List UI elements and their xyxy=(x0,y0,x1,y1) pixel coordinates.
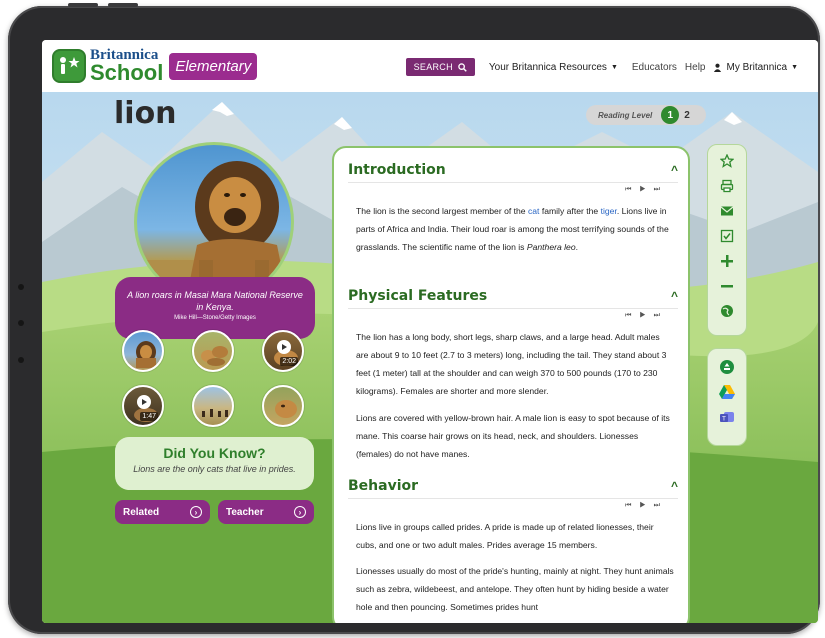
media-thumbnail[interactable] xyxy=(262,385,304,427)
reading-level-2-button[interactable]: 2 xyxy=(684,110,690,121)
section-header-introduction[interactable]: Introduction ^ xyxy=(348,162,678,178)
tiger-link[interactable]: tiger xyxy=(601,206,617,216)
nav-resources-label: Your Britannica Resources xyxy=(488,61,607,73)
audio-controls[interactable]: ⏮▶⏭ xyxy=(625,312,668,320)
collapse-chevron-icon[interactable]: ^ xyxy=(671,163,678,177)
did-you-know-title: Did You Know? xyxy=(163,445,266,461)
caret-down-icon: ▼ xyxy=(610,63,618,71)
media-thumbnail[interactable] xyxy=(122,330,164,372)
nav-help-link[interactable]: Help xyxy=(685,62,706,73)
nav-resources-dropdown[interactable]: Your Britannica Resources ▼ xyxy=(489,62,618,73)
section-header-physical-features[interactable]: Physical Features ^ xyxy=(348,288,678,304)
article-tools-bar xyxy=(707,144,747,336)
cat-link[interactable]: cat xyxy=(528,206,539,216)
related-button[interactable]: Related › xyxy=(115,500,210,524)
reading-level-1-button[interactable]: 1 xyxy=(661,106,680,124)
nav-educators-link[interactable]: Educators xyxy=(632,62,677,73)
related-button-label: Related xyxy=(123,506,160,518)
paragraph: The lion is the second largest member of… xyxy=(356,206,669,252)
collapse-chevron-icon[interactable]: ^ xyxy=(671,289,678,303)
tablet-sensor-dot-2 xyxy=(18,357,24,363)
plus-icon[interactable] xyxy=(719,253,735,269)
reading-level-label: Reading Level xyxy=(598,110,653,120)
paragraph: Lionesses usually do most of the pride's… xyxy=(356,566,674,612)
content-area: lion Reading Level 1 2 A lion roars in M… xyxy=(42,92,818,623)
tablet-sensor-dot xyxy=(18,284,24,290)
caret-down-icon: ▼ xyxy=(791,63,798,71)
play-icon xyxy=(137,395,151,409)
section-header-behavior[interactable]: Behavior ^ xyxy=(348,478,678,494)
minus-icon[interactable] xyxy=(719,278,735,294)
svg-text:T: T xyxy=(721,416,726,423)
teacher-button[interactable]: Teacher › xyxy=(218,500,314,524)
print-icon[interactable] xyxy=(719,178,735,194)
site-header: Britannica School Elementary SEARCH Your… xyxy=(42,40,818,92)
search-button[interactable]: SEARCH xyxy=(405,58,475,76)
video-thumbnail[interactable]: 2:02 xyxy=(262,330,304,372)
media-thumbnail[interactable] xyxy=(192,385,234,427)
did-you-know-text: Lions are the only cats that live in pri… xyxy=(133,464,296,474)
nav-account-label: My Britannica xyxy=(726,61,788,73)
google-drive-icon[interactable] xyxy=(719,384,735,400)
teacher-button-label: Teacher xyxy=(226,506,264,518)
media-thumbnail[interactable] xyxy=(192,330,234,372)
caption-credit: Mike Hill—Stone/Getty Images xyxy=(174,315,256,321)
nav-account-dropdown[interactable]: My Britannica ▼ xyxy=(713,62,798,73)
app-screen: Britannica School Elementary SEARCH Your… xyxy=(42,40,818,623)
checklist-icon[interactable] xyxy=(719,228,735,244)
video-thumbnail[interactable]: 1:47 xyxy=(122,385,164,427)
tablet-top-button xyxy=(68,3,98,7)
tablet-top-button-2 xyxy=(108,3,138,7)
audio-controls[interactable]: ⏮▶⏭ xyxy=(625,186,668,194)
video-duration: 2:02 xyxy=(280,357,298,366)
article-panel: Introduction ^ ⏮▶⏭ The lion is the secon… xyxy=(332,146,690,623)
logo-badge-icon xyxy=(52,49,86,83)
star-icon[interactable] xyxy=(719,153,735,169)
paragraph: The lion has a long body, short legs, sh… xyxy=(356,332,667,396)
search-button-label: SEARCH xyxy=(413,62,453,72)
section-heading: Physical Features xyxy=(348,288,488,304)
arrow-right-icon: › xyxy=(190,506,202,518)
microsoft-teams-icon[interactable]: T xyxy=(719,409,735,425)
page-title: lion xyxy=(114,96,177,131)
audio-controls[interactable]: ⏮▶⏭ xyxy=(625,502,668,510)
video-duration: 1:47 xyxy=(140,412,158,421)
top-nav: SEARCH Your Britannica Resources ▼ Educa… xyxy=(405,58,798,76)
share-tools-bar: T xyxy=(707,348,747,446)
collapse-chevron-icon[interactable]: ^ xyxy=(671,479,678,493)
search-icon xyxy=(458,62,467,72)
paragraph: Lions live in groups called prides. A pr… xyxy=(356,522,654,550)
globe-icon[interactable] xyxy=(719,303,735,319)
play-icon xyxy=(277,340,291,354)
user-icon xyxy=(714,63,722,72)
arrow-right-icon: › xyxy=(294,506,306,518)
paragraph: Lions are covered with yellow-brown hair… xyxy=(356,413,670,459)
logo-edition-badge: Elementary xyxy=(169,52,258,80)
section-heading: Behavior xyxy=(348,478,419,494)
caption-text: A lion roars in Masai Mara National Rese… xyxy=(127,290,303,312)
britannica-school-logo[interactable]: Britannica School Elementary xyxy=(52,48,258,85)
tablet-camera-dot xyxy=(18,320,24,326)
reading-level-selector: Reading Level 1 2 xyxy=(586,105,706,125)
did-you-know-panel: Did You Know? Lions are the only cats th… xyxy=(115,437,314,490)
email-icon[interactable] xyxy=(719,203,735,219)
section-heading: Introduction xyxy=(348,162,446,178)
logo-product-text: School xyxy=(90,60,164,85)
google-classroom-icon[interactable] xyxy=(719,359,735,375)
tablet-frame: Britannica School Elementary SEARCH Your… xyxy=(8,3,820,634)
